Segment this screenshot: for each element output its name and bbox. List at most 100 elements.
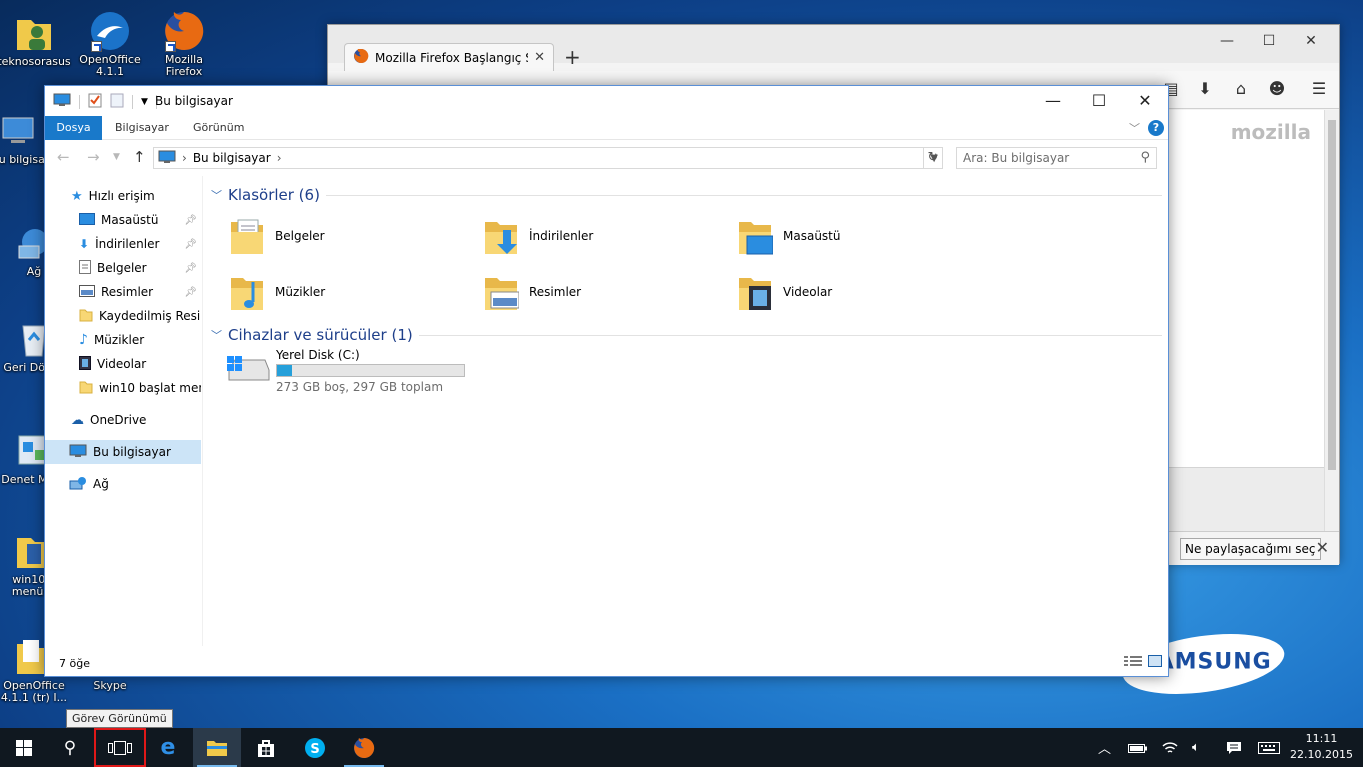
taskbar-clock[interactable]: 11:11 22.10.2015 xyxy=(1290,731,1353,763)
close-icon[interactable]: ✕ xyxy=(1295,31,1327,51)
firefox-titlebar[interactable]: Mozilla Firefox Başlangıç S... ✕ + — ☐ ✕ xyxy=(328,25,1339,71)
nav-item-documents[interactable]: Belgeler 📌︎ xyxy=(45,256,201,280)
group-header-folders[interactable]: ﹀ Klasörler (6) xyxy=(211,184,1162,206)
firefox-tab[interactable]: Mozilla Firefox Başlangıç S... ✕ xyxy=(344,43,554,71)
address-bar[interactable]: › Bu bilgisayar › ▼ xyxy=(153,147,943,169)
taskbar-skype[interactable]: S xyxy=(291,728,339,767)
taskbar-store[interactable] xyxy=(242,728,290,767)
breadcrumb[interactable]: Bu bilgisayar xyxy=(193,151,271,165)
new-folder-icon[interactable] xyxy=(110,92,124,111)
folder-music[interactable]: Müzikler xyxy=(229,268,469,316)
large-icons-view-icon[interactable] xyxy=(1148,655,1162,670)
taskbar-file-explorer[interactable] xyxy=(193,728,241,767)
home-icon[interactable]: ⌂ xyxy=(1230,79,1252,98)
clock-date: 22.10.2015 xyxy=(1290,748,1353,761)
desktop-icon-teknosorasus[interactable]: teknosorasus xyxy=(0,12,72,68)
nav-item-saved-pictures[interactable]: Kaydedilmiş Resiml xyxy=(45,304,201,328)
close-tab-icon[interactable]: ✕ xyxy=(534,50,545,65)
up-arrow-icon[interactable]: ↑ xyxy=(133,148,146,166)
pin-icon[interactable]: 📌︎ xyxy=(184,287,197,298)
explorer-titlebar[interactable]: ▼ Bu bilgisayar — ☐ ✕ xyxy=(45,86,1168,116)
recent-locations-chevron-icon[interactable]: ▼ xyxy=(113,152,120,162)
folder-desktop[interactable]: Masaüstü xyxy=(737,212,977,260)
details-view-icon[interactable] xyxy=(1124,655,1142,670)
start-button[interactable] xyxy=(0,728,48,767)
content-pane: ﹀ Klasörler (6) Belgeler İndirilenler Ma… xyxy=(205,176,1168,646)
download-icon[interactable]: ⬇ xyxy=(1194,79,1216,98)
firefox-scrollbar[interactable] xyxy=(1324,110,1339,563)
menu-icon[interactable]: ☰ xyxy=(1308,79,1330,98)
wifi-icon[interactable] xyxy=(1162,728,1178,767)
nav-item-pictures[interactable]: Resimler 📌︎ xyxy=(45,280,201,304)
folder-videos[interactable]: Videolar xyxy=(737,268,977,316)
nav-item-label: Videolar xyxy=(97,357,147,371)
drive-local-disk-c[interactable]: Yerel Disk (C:) 273 GB boş, 297 GB topla… xyxy=(225,344,485,396)
nav-item-downloads[interactable]: ⬇ İndirilenler 📌︎ xyxy=(45,232,201,256)
help-icon[interactable]: ? xyxy=(1148,120,1164,136)
chevron-down-icon[interactable]: ﹀ xyxy=(211,187,222,203)
show-hidden-icons-chevron-icon[interactable]: ︿ xyxy=(1098,728,1111,767)
search-button[interactable]: ⚲ xyxy=(46,728,94,767)
breadcrumb-chevron-icon[interactable]: › xyxy=(277,151,282,165)
tab-file[interactable]: Dosya xyxy=(45,116,102,140)
folder-downloads[interactable]: İndirilenler xyxy=(483,212,723,260)
desktop-icon-label: Mozilla Firefox xyxy=(165,53,203,78)
maximize-icon[interactable]: ☐ xyxy=(1076,86,1122,116)
close-icon[interactable]: ✕ xyxy=(1316,538,1329,557)
nav-item-music[interactable]: ♪ Müzikler xyxy=(45,328,201,352)
group-header-devices[interactable]: ﹀ Cihazlar ve sürücüler (1) xyxy=(211,324,1162,346)
nav-this-pc[interactable]: Bu bilgisayar xyxy=(45,440,201,464)
music-note-icon: ♪ xyxy=(79,332,88,348)
refresh-icon[interactable]: ↻ xyxy=(923,147,943,169)
search-input[interactable]: Ara: Bu bilgisayar ⚲ xyxy=(956,147,1157,169)
drive-free-space: 273 GB boş, 297 GB toplam xyxy=(276,380,444,394)
status-item-count: 7 öğe xyxy=(59,657,90,670)
nav-item-label: Belgeler xyxy=(97,261,147,275)
touch-keyboard-icon[interactable] xyxy=(1258,728,1280,767)
pin-icon[interactable]: 📌︎ xyxy=(184,239,197,250)
folder-documents[interactable]: Belgeler xyxy=(229,212,469,260)
customize-chevron-icon[interactable]: ▼ xyxy=(141,97,148,107)
firefox-icon xyxy=(354,737,375,758)
desktop-icon xyxy=(79,212,95,228)
choose-share-button[interactable]: Ne paylaşacağımı seç xyxy=(1180,538,1321,560)
drive-name: Yerel Disk (C:) xyxy=(276,348,360,362)
forward-arrow-icon[interactable]: → xyxy=(87,148,100,166)
tab-view[interactable]: Görünüm xyxy=(193,116,244,140)
scrollbar-thumb[interactable] xyxy=(1328,120,1336,470)
battery-icon[interactable] xyxy=(1128,728,1148,767)
minimize-icon[interactable]: — xyxy=(1030,86,1076,116)
nav-item-label: Hızlı erişim xyxy=(88,189,155,203)
nav-item-desktop[interactable]: Masaüstü 📌︎ xyxy=(45,208,201,232)
desktop-icon-openoffice[interactable]: OpenOffice 4.1.1 xyxy=(72,10,148,78)
back-arrow-icon[interactable]: ← xyxy=(57,148,70,166)
tab-computer[interactable]: Bilgisayar xyxy=(115,116,169,140)
nav-item-videos[interactable]: Videolar xyxy=(45,352,201,376)
taskbar-firefox[interactable] xyxy=(340,728,388,767)
nav-item-win10-start[interactable]: win10 başlat menüs xyxy=(45,376,201,400)
volume-icon[interactable]: 🔈︎ xyxy=(1192,728,1200,767)
breadcrumb-chevron-icon[interactable]: › xyxy=(182,151,187,165)
nav-onedrive[interactable]: ☁ OneDrive xyxy=(45,408,201,432)
action-center-icon[interactable] xyxy=(1226,728,1242,767)
pin-icon[interactable]: 📌︎ xyxy=(184,215,197,226)
nav-quick-access[interactable]: ★ Hızlı erişim xyxy=(45,184,201,208)
hello-icon[interactable]: ☻ xyxy=(1266,79,1288,98)
chevron-down-icon[interactable]: ﹀ xyxy=(211,327,222,343)
desktop-icon-firefox[interactable]: Mozilla Firefox xyxy=(146,10,222,78)
pin-icon[interactable]: 📌︎ xyxy=(184,263,197,274)
search-icon[interactable]: ⚲ xyxy=(1140,150,1150,165)
new-tab-button[interactable]: + xyxy=(564,45,581,69)
minimize-icon[interactable]: — xyxy=(1211,31,1243,51)
folder-pictures[interactable]: Resimler xyxy=(483,268,723,316)
explorer-window[interactable]: ▼ Bu bilgisayar — ☐ ✕ Dosya Bilgisayar G… xyxy=(44,85,1169,677)
desktop-icon-label: Skype xyxy=(93,679,127,692)
taskbar-edge[interactable]: e xyxy=(144,728,192,767)
windows-logo-icon xyxy=(16,739,32,756)
computer-icon xyxy=(158,150,176,167)
close-icon[interactable]: ✕ xyxy=(1122,86,1168,116)
expand-ribbon-icon[interactable]: ﹀ xyxy=(1129,120,1140,136)
maximize-icon[interactable]: ☐ xyxy=(1253,31,1285,51)
nav-network[interactable]: Ağ xyxy=(45,472,201,496)
properties-icon[interactable] xyxy=(88,92,102,111)
